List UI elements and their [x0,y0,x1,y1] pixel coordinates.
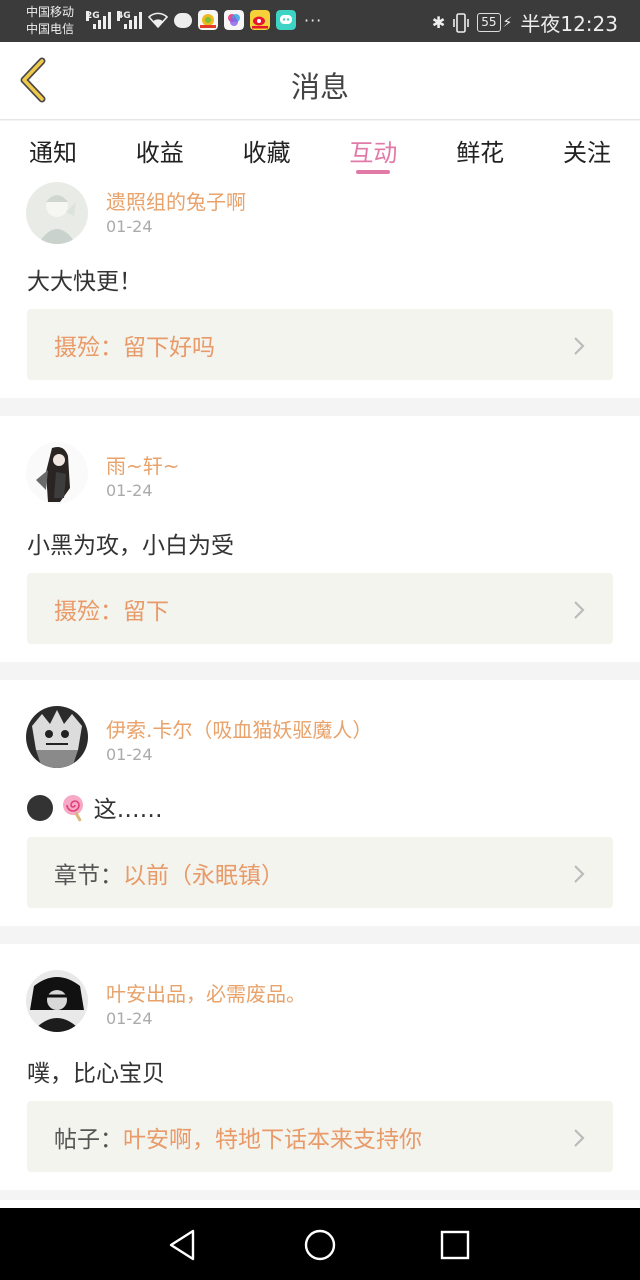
reference-type: 摄殓： [54,334,123,361]
vibrate-icon [453,12,470,33]
nav-bar: 消息 [0,42,640,120]
reference-title: 叶安啊，特地下话本来支持你 [123,1126,422,1153]
signal-4g-icon: 4G [117,11,142,29]
reference-link[interactable]: 摄殓： 留下 [27,573,613,644]
battery-icon: 55 [477,13,501,32]
comment-text: 大大快更！ [27,269,142,295]
dark-face-emoji-icon [27,795,53,821]
reference-link[interactable]: 摄殓： 留下好吗 [27,309,613,380]
comment-text: 这…… [93,797,163,823]
list-item[interactable]: 伊索.卡尔（吸血猫妖驱魔人） 01-24 这…… 章节： 以前（永眠镇） [0,680,640,926]
reference-type: 帖子： [54,1126,123,1153]
home-circle-icon[interactable] [302,1227,338,1263]
username[interactable]: 遗照组的兔子啊 [106,186,246,215]
signal-2g-label: 2G [86,11,100,21]
reference-title: 留下 [123,598,169,625]
lollipop-emoji-icon [63,795,84,822]
comment-text: 小黑为攻，小白为受 [27,533,234,559]
clock: 半夜12:23 [520,12,618,36]
tab-favorites[interactable]: 收藏 [240,121,294,176]
wifi-icon [147,12,169,29]
reference-type: 章节： [54,862,123,889]
chevron-right-icon [574,1129,585,1147]
reference-link[interactable]: 帖子： 叶安啊，特地下话本来支持你 [27,1101,613,1172]
recent-apps-icon[interactable] [437,1227,473,1263]
system-nav-bar [0,1208,640,1280]
weibo-icon [250,10,270,30]
reference-title: 留下好吗 [123,334,215,361]
back-triangle-icon[interactable] [165,1227,201,1263]
tab-earnings[interactable]: 收益 [133,121,187,176]
tab-following[interactable]: 关注 [560,121,614,176]
page-title: 消息 [290,70,349,104]
tab-flowers[interactable]: 鲜花 [453,121,507,176]
comment-text: 噗，比心宝贝 [27,1061,165,1087]
username[interactable]: 叶安出品，必需废品。 [106,978,306,1007]
status-bar: 中国移动 中国电信 2G 4G ··· ✱ 55 ⚡ 半夜12:23 [0,0,640,42]
list-item[interactable]: 遗照组的兔子啊 01-24 大大快更！ 摄殓： 留下好吗 [0,176,640,398]
tab-bar: 通知 收益 收藏 互动 鲜花 关注 [0,121,640,176]
timestamp: 01-24 [106,217,153,236]
carrier-1: 中国移动 [26,5,75,19]
signal-2g-icon: 2G [86,11,111,29]
reference-type: 摄殓： [54,598,123,625]
app-colorwheel-icon [224,10,244,30]
notification-icons: 2G 4G ··· [86,10,322,30]
list-item [0,1200,640,1208]
chevron-right-icon [574,337,585,355]
avatar[interactable] [26,442,88,504]
more-notifications-icon: ··· [304,10,323,30]
timestamp: 01-24 [106,481,153,500]
bluetooth-icon: ✱ [431,13,446,32]
system-status: ✱ 55 ⚡ 半夜12:23 [432,8,618,37]
chevron-right-icon [574,865,585,883]
username[interactable]: 雨~轩~ [106,450,180,479]
charging-icon: ⚡ [502,14,513,31]
comment-line: 这…… [27,790,163,824]
timestamp: 01-24 [106,1009,153,1028]
avatar[interactable] [26,182,88,244]
username[interactable]: 伊索.卡尔（吸血猫妖驱魔人） [106,714,372,743]
tab-interactions[interactable]: 互动 [346,121,400,176]
signal-4g-label: 4G [117,11,131,21]
list-item[interactable]: 雨~轩~ 01-24 小黑为攻，小白为受 摄殓： 留下 [0,416,640,662]
tab-notifications[interactable]: 通知 [26,121,80,176]
message-bubble-icon [174,12,192,28]
chevron-right-icon [574,601,585,619]
carrier-info: 中国移动 中国电信 [26,4,74,38]
carrier-2: 中国电信 [26,22,75,36]
app-fruit-icon [198,10,218,30]
avatar[interactable] [26,970,88,1032]
timestamp: 01-24 [106,745,153,764]
reference-title: 以前（永眠镇） [123,862,284,889]
app-chat-icon [276,10,296,30]
reference-link[interactable]: 章节： 以前（永眠镇） [27,837,613,908]
avatar[interactable] [26,706,88,768]
list-item[interactable]: 叶安出品，必需废品。 01-24 噗，比心宝贝 帖子： 叶安啊，特地下话本来支持… [0,944,640,1190]
